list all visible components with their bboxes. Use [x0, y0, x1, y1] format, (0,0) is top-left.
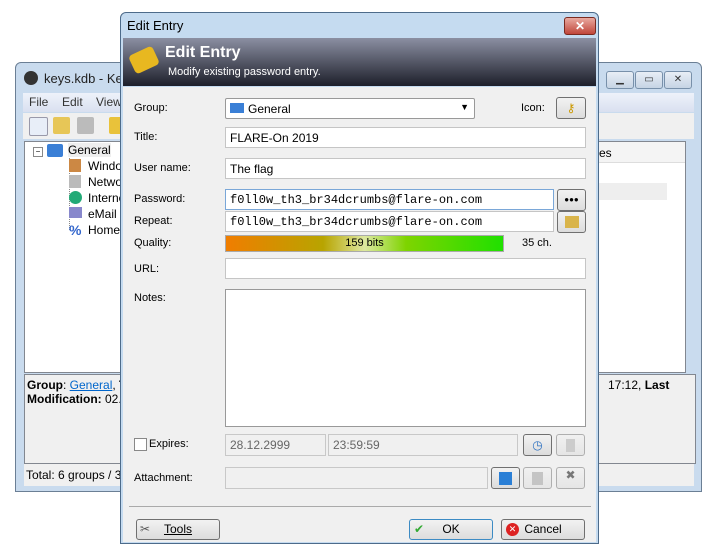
notes-label: Notes: [134, 292, 166, 304]
expires-label: Expires: [149, 438, 189, 450]
chevron-down-icon: ▼ [460, 102, 469, 112]
globe-icon [69, 191, 82, 204]
minimize-button[interactable]: ▁ [606, 71, 634, 89]
checkmark-icon: ✔ [414, 522, 425, 536]
divider [129, 506, 591, 507]
expiry-calendar-button[interactable] [556, 434, 585, 456]
password-label: Password: [134, 193, 186, 205]
attachment-input[interactable] [225, 467, 488, 489]
list-header[interactable]: es [595, 142, 685, 163]
clock-icon: ◷ [532, 438, 543, 452]
new-database-icon[interactable] [29, 117, 48, 136]
folder-icon [47, 144, 63, 157]
tree-item-general[interactable]: General [68, 143, 111, 157]
list-row[interactable] [595, 183, 667, 200]
username-input[interactable]: The flag [225, 158, 586, 179]
dialog-body: Group: General ▼ Icon: ⚷ Title: FLARE-On… [123, 87, 596, 542]
url-input[interactable] [225, 258, 586, 279]
tools-icon: ✂ [140, 522, 151, 536]
cancel-icon: ✕ [506, 523, 519, 536]
menu-edit[interactable]: Edit [62, 95, 83, 109]
attachment-label: Attachment: [134, 472, 193, 484]
tools-label: Tools [163, 522, 192, 536]
menu-view[interactable]: View [96, 95, 122, 109]
group-value: General [248, 102, 291, 116]
menu-file[interactable]: File [29, 95, 48, 109]
calendar-icon [566, 439, 575, 452]
delete-icon: ✖ [565, 468, 576, 482]
banner-subtitle: Modify existing password entry. [168, 66, 321, 78]
banner-title: Edit Entry [165, 44, 241, 61]
delete-attachment-button[interactable]: ✖ [556, 467, 585, 489]
tools-button[interactable]: ✂ Tools [136, 519, 220, 540]
icon-picker-button[interactable]: ⚷ [556, 97, 586, 119]
save-attachment-button[interactable] [523, 467, 552, 489]
dialog-close-button[interactable]: ✕ [564, 17, 596, 35]
maximize-button[interactable]: ▭ [635, 71, 663, 89]
open-folder-icon[interactable] [53, 117, 70, 134]
length-text: 35 ch. [522, 237, 552, 249]
info-label: Modification: [27, 392, 102, 406]
group-select[interactable]: General ▼ [225, 98, 475, 119]
save-icon[interactable] [77, 117, 94, 134]
password-input[interactable]: f0ll0w_th3_br34dcrumbs@flare-on.com [225, 189, 554, 210]
title-label: Title: [134, 131, 158, 143]
group-link[interactable]: General [70, 378, 113, 392]
generator-icon [564, 216, 579, 228]
expiry-time-input[interactable]: 23:59:59 [328, 434, 518, 456]
repeat-label: Repeat: [134, 215, 173, 227]
folder-icon [230, 103, 244, 113]
repeat-password-input[interactable]: f0ll0w_th3_br34dcrumbs@flare-on.com [225, 211, 554, 232]
lock-icon [24, 71, 38, 85]
dialog-title: Edit Entry [127, 18, 184, 33]
email-icon [69, 207, 82, 218]
cancel-button[interactable]: ✕ Cancel [501, 519, 585, 540]
status-text: Total: 6 groups / 3 [26, 468, 122, 482]
info-label: Last [644, 378, 670, 392]
ok-button[interactable]: ✔ OK [409, 519, 493, 540]
url-label: URL: [134, 263, 160, 275]
close-button[interactable]: ✕ [664, 71, 692, 89]
quality-label: Quality: [134, 237, 172, 249]
expiry-presets-button[interactable]: ◷ [523, 434, 552, 456]
ok-label: OK [442, 522, 460, 536]
password-generator-button[interactable] [557, 211, 586, 233]
quality-bar: 159 bits [225, 235, 504, 252]
windows-icon [69, 159, 81, 172]
icon-label: Icon: [521, 102, 545, 114]
key-icon: ⚷ [566, 101, 576, 115]
group-label: Group: [134, 102, 168, 114]
cancel-label: Cancel [524, 522, 562, 536]
show-password-button[interactable]: ●●● [557, 189, 586, 211]
network-icon [69, 175, 81, 188]
expiry-date-input[interactable]: 28.12.2999 [225, 434, 326, 456]
attach-file-button[interactable] [491, 467, 520, 489]
collapse-icon[interactable]: − [33, 147, 43, 157]
percent-icon: % [69, 222, 82, 238]
expires-checkbox[interactable] [134, 438, 147, 451]
info-value: 17:12, [608, 378, 645, 392]
info-label: Group [27, 378, 63, 392]
column-header[interactable]: es [599, 146, 612, 160]
quality-text: 159 bits [345, 237, 384, 249]
attach-icon [499, 472, 512, 485]
save-icon [532, 472, 543, 485]
edit-entry-dialog: Edit Entry ✕ Edit Entry Modify existing … [120, 12, 599, 544]
title-input[interactable]: FLARE-On 2019 [225, 127, 586, 148]
notes-textarea[interactable] [225, 289, 586, 427]
tree-item[interactable]: eMail [88, 207, 117, 221]
username-label: User name: [134, 162, 191, 174]
dialog-banner: Edit Entry Modify existing password entr… [123, 38, 596, 86]
key-pencil-icon [127, 45, 161, 75]
